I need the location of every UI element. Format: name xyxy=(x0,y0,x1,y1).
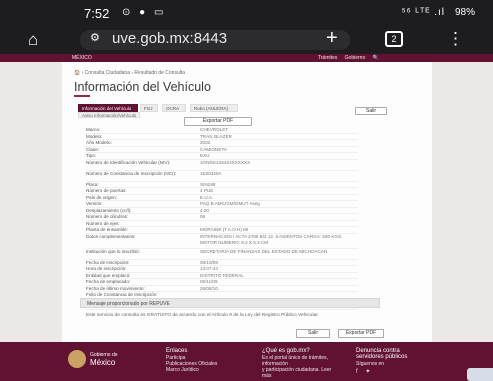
info-value: MORAINE (T.A.O.H) MI xyxy=(200,227,249,232)
info-label: Entidad que emplacó: xyxy=(86,272,131,278)
status-time: 7:52 xyxy=(84,6,110,21)
info-value: 4.20 xyxy=(200,207,209,213)
info-label: Número de Constancia de Inscripción (NCI… xyxy=(86,170,177,176)
footer-about-column: ¿Qué es gob.mx? Es el portal único de tr… xyxy=(262,348,332,379)
status-bar: 7:52 ⊙ ● ▭ ⁵⁶ ᴸᵀᴱ .ıl 98% xyxy=(0,0,493,26)
info-label: Hora de inscripción: xyxy=(86,266,127,271)
info-label: País de origen: xyxy=(86,194,117,200)
info-label: Número de ejes: xyxy=(86,220,120,226)
info-value: 2002 xyxy=(200,140,211,145)
exit-button-top[interactable]: Salir xyxy=(355,107,387,115)
info-label: Placa: xyxy=(86,181,99,187)
info-value: DISTRITO FEDERAL xyxy=(200,272,244,278)
info-label: Fecha de inscripción: xyxy=(86,259,130,265)
home-icon[interactable]: ⌂ xyxy=(28,30,38,50)
info-label: Clase: xyxy=(86,146,100,152)
footer-social-column: Denuncia contra servidores públicos Sígu… xyxy=(356,348,426,375)
export-pdf-button-bottom[interactable]: Exportar PDF xyxy=(338,329,384,338)
info-label: Datos complementarios: xyxy=(86,233,136,239)
info-row: Número de Constancia de Inscripción (NCI… xyxy=(86,171,358,182)
page-content: 🏠 › Consulta Ciudadana › Resultado de Co… xyxy=(62,62,432,342)
tab-ocra[interactable]: OCRA xyxy=(162,104,186,112)
info-value: 09/10/08 xyxy=(200,259,218,265)
info-label: Fecha de emplacado: xyxy=(86,279,131,284)
site-footer: Gobierno de México Enlaces Participa Pub… xyxy=(0,342,493,381)
export-pdf-button-top[interactable]: Exportar PDF xyxy=(184,117,252,126)
search-icon[interactable]: 🔍 xyxy=(373,55,379,61)
info-label: Planta de ensamble: xyxy=(86,227,128,232)
info-label: Versión: xyxy=(86,201,103,206)
info-label: Modelo: xyxy=(86,133,103,139)
info-label: Tipo: xyxy=(86,153,97,158)
disclaimer-text: Este servicio de consulta es GRATUITO de… xyxy=(86,313,319,318)
info-value: 4 PUE xyxy=(200,188,214,193)
footer-links-column: Enlaces Participa Publicaciones Oficiale… xyxy=(166,348,236,373)
info-value: E.U.A. xyxy=(200,194,214,200)
gov-logo[interactable]: MÉXICO xyxy=(72,55,92,61)
info-value: 13:07:44 xyxy=(200,266,218,271)
info-row: Datos complementarios: INTERNACION / ACTA… xyxy=(86,234,358,249)
gov-navbar: MÉXICO Trámites Gobierno 🔍 xyxy=(0,54,493,62)
info-value: CAMIONETA xyxy=(200,146,227,152)
battery-level: 98% xyxy=(454,7,475,18)
tab-switcher-icon[interactable]: 2 xyxy=(385,31,403,47)
info-label: Número de puertas: xyxy=(86,188,127,193)
footer-link[interactable]: Marco Jurídico xyxy=(166,367,236,373)
info-value: EXU xyxy=(200,153,210,158)
floating-badge[interactable] xyxy=(467,368,493,381)
tab-vehicle-info[interactable]: Información del Vehículo xyxy=(78,104,138,112)
status-notification-icons: ⊙ ● ▭ xyxy=(122,7,167,18)
info-row: Institución que lo inscribió: SECRETARIA … xyxy=(86,249,358,260)
info-value: 06 xyxy=(200,214,206,219)
nav-link-gobierno[interactable]: Gobierno xyxy=(345,55,366,61)
info-label: Marca: xyxy=(86,127,101,132)
tab-robo[interactable]: Robo (ANUCRA) xyxy=(190,104,238,112)
info-value: INTERNACION / ACTA 2786 B/2 12. 5 ASIENT… xyxy=(200,233,343,245)
info-label: Institución que lo inscribió: xyxy=(86,248,140,254)
new-tab-icon[interactable]: + xyxy=(326,27,338,50)
info-label: Número de Identificación Vehicular (NIV)… xyxy=(86,159,171,165)
footer-brand: Gobierno de México xyxy=(90,352,118,367)
tab-aviso[interactable]: Aviso Información/Vehículo xyxy=(78,112,141,118)
site-settings-icon[interactable]: ⚙ xyxy=(90,31,100,44)
vehicle-info-table: Marca: CHEVROLET Modelo: TRAIL BLAZER Año Mo… xyxy=(86,127,358,310)
info-value: 1GNDS13S422XXXXXX xyxy=(200,159,251,165)
info-value: CHEVROLET xyxy=(200,127,229,132)
signal-icon: ⁵⁶ ᴸᵀᴱ .ıl xyxy=(401,7,445,18)
info-label: Año Modelo: xyxy=(86,140,112,145)
info-value: 26/08/10 xyxy=(200,285,218,291)
info-label: Desplazamiento (cc/l): xyxy=(86,207,132,213)
gov-emblem-icon xyxy=(68,350,86,368)
info-value: TRAIL BLAZER xyxy=(200,133,232,139)
nav-link-tramites[interactable]: Trámites xyxy=(318,55,337,61)
message-box: Mensaje proporcionado por REPUVE xyxy=(80,298,380,308)
breadcrumb[interactable]: 🏠 › Consulta Ciudadana › Resultado de Co… xyxy=(74,70,185,76)
browser-toolbar: ⌂ ⚙ uve.gob.mx:8443 + 2 ⋮ xyxy=(0,26,493,54)
info-label: Fecha de último movimiento: xyxy=(86,285,145,291)
url-text[interactable]: uve.gob.mx:8443 xyxy=(112,30,227,47)
info-value: SIN188 xyxy=(200,181,216,187)
page-title: Información del Vehículo xyxy=(74,80,211,94)
title-underline xyxy=(74,95,90,97)
info-row: Número de Identificación Vehicular (NIV)… xyxy=(86,160,358,171)
info-value: PAQ B AMC/GM/GMUT Aseg xyxy=(200,201,260,206)
tab-fgj[interactable]: FGJ xyxy=(140,104,158,112)
gov-nav-links: Trámites Gobierno 🔍 xyxy=(318,55,379,61)
info-value: 05/11/09 xyxy=(200,279,218,284)
info-label: Número de cilindros: xyxy=(86,214,129,219)
social-icons[interactable]: f ✦ xyxy=(356,369,426,375)
menu-icon[interactable]: ⋮ xyxy=(447,29,464,49)
info-value: SECRETARIA DE FINANZAS DEL ESTADO DE MIC… xyxy=(200,248,328,254)
info-value: 1E00340A xyxy=(200,170,222,176)
exit-button-bottom[interactable]: Salir xyxy=(296,329,330,338)
